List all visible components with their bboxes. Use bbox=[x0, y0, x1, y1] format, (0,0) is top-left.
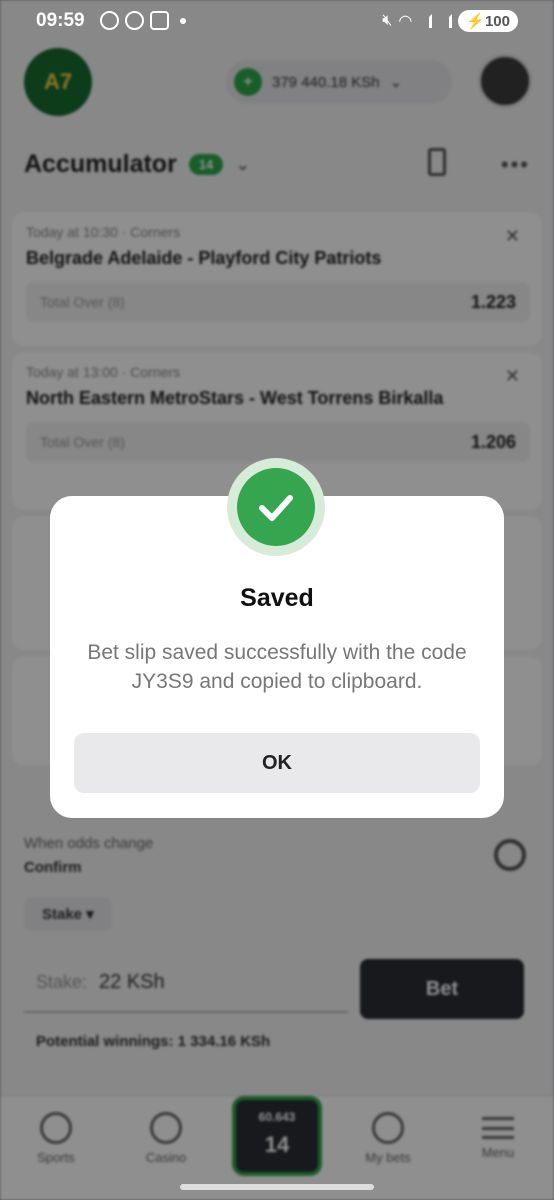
status-bar: 09:59 🔇︎ ◠ ⚡100 bbox=[0, 0, 554, 44]
system-icons: 🔇︎ ◠ ⚡100 bbox=[382, 10, 518, 32]
notification-icons bbox=[100, 11, 169, 30]
dialog-message: Bet slip saved successfully with the cod… bbox=[87, 641, 467, 693]
wifi-icon: ◠ bbox=[398, 13, 413, 30]
battery-level: 100 bbox=[484, 13, 510, 30]
home-indicator[interactable] bbox=[180, 1184, 374, 1190]
ok-button[interactable]: OK bbox=[74, 733, 480, 793]
signal-icon bbox=[418, 14, 433, 28]
signal-icon bbox=[438, 14, 453, 28]
mute-icon: 🔇︎ bbox=[382, 12, 393, 29]
more-notifications-dot bbox=[180, 18, 186, 24]
whatsapp-business-icon bbox=[125, 11, 144, 30]
status-time: 09:59 bbox=[36, 10, 85, 31]
battery-indicator: ⚡100 bbox=[458, 10, 518, 32]
checkmark-icon bbox=[237, 468, 315, 546]
screenshot-icon bbox=[150, 11, 169, 30]
whatsapp-icon bbox=[100, 11, 119, 30]
success-badge bbox=[227, 458, 325, 556]
dialog-title: Saved bbox=[240, 584, 314, 612]
